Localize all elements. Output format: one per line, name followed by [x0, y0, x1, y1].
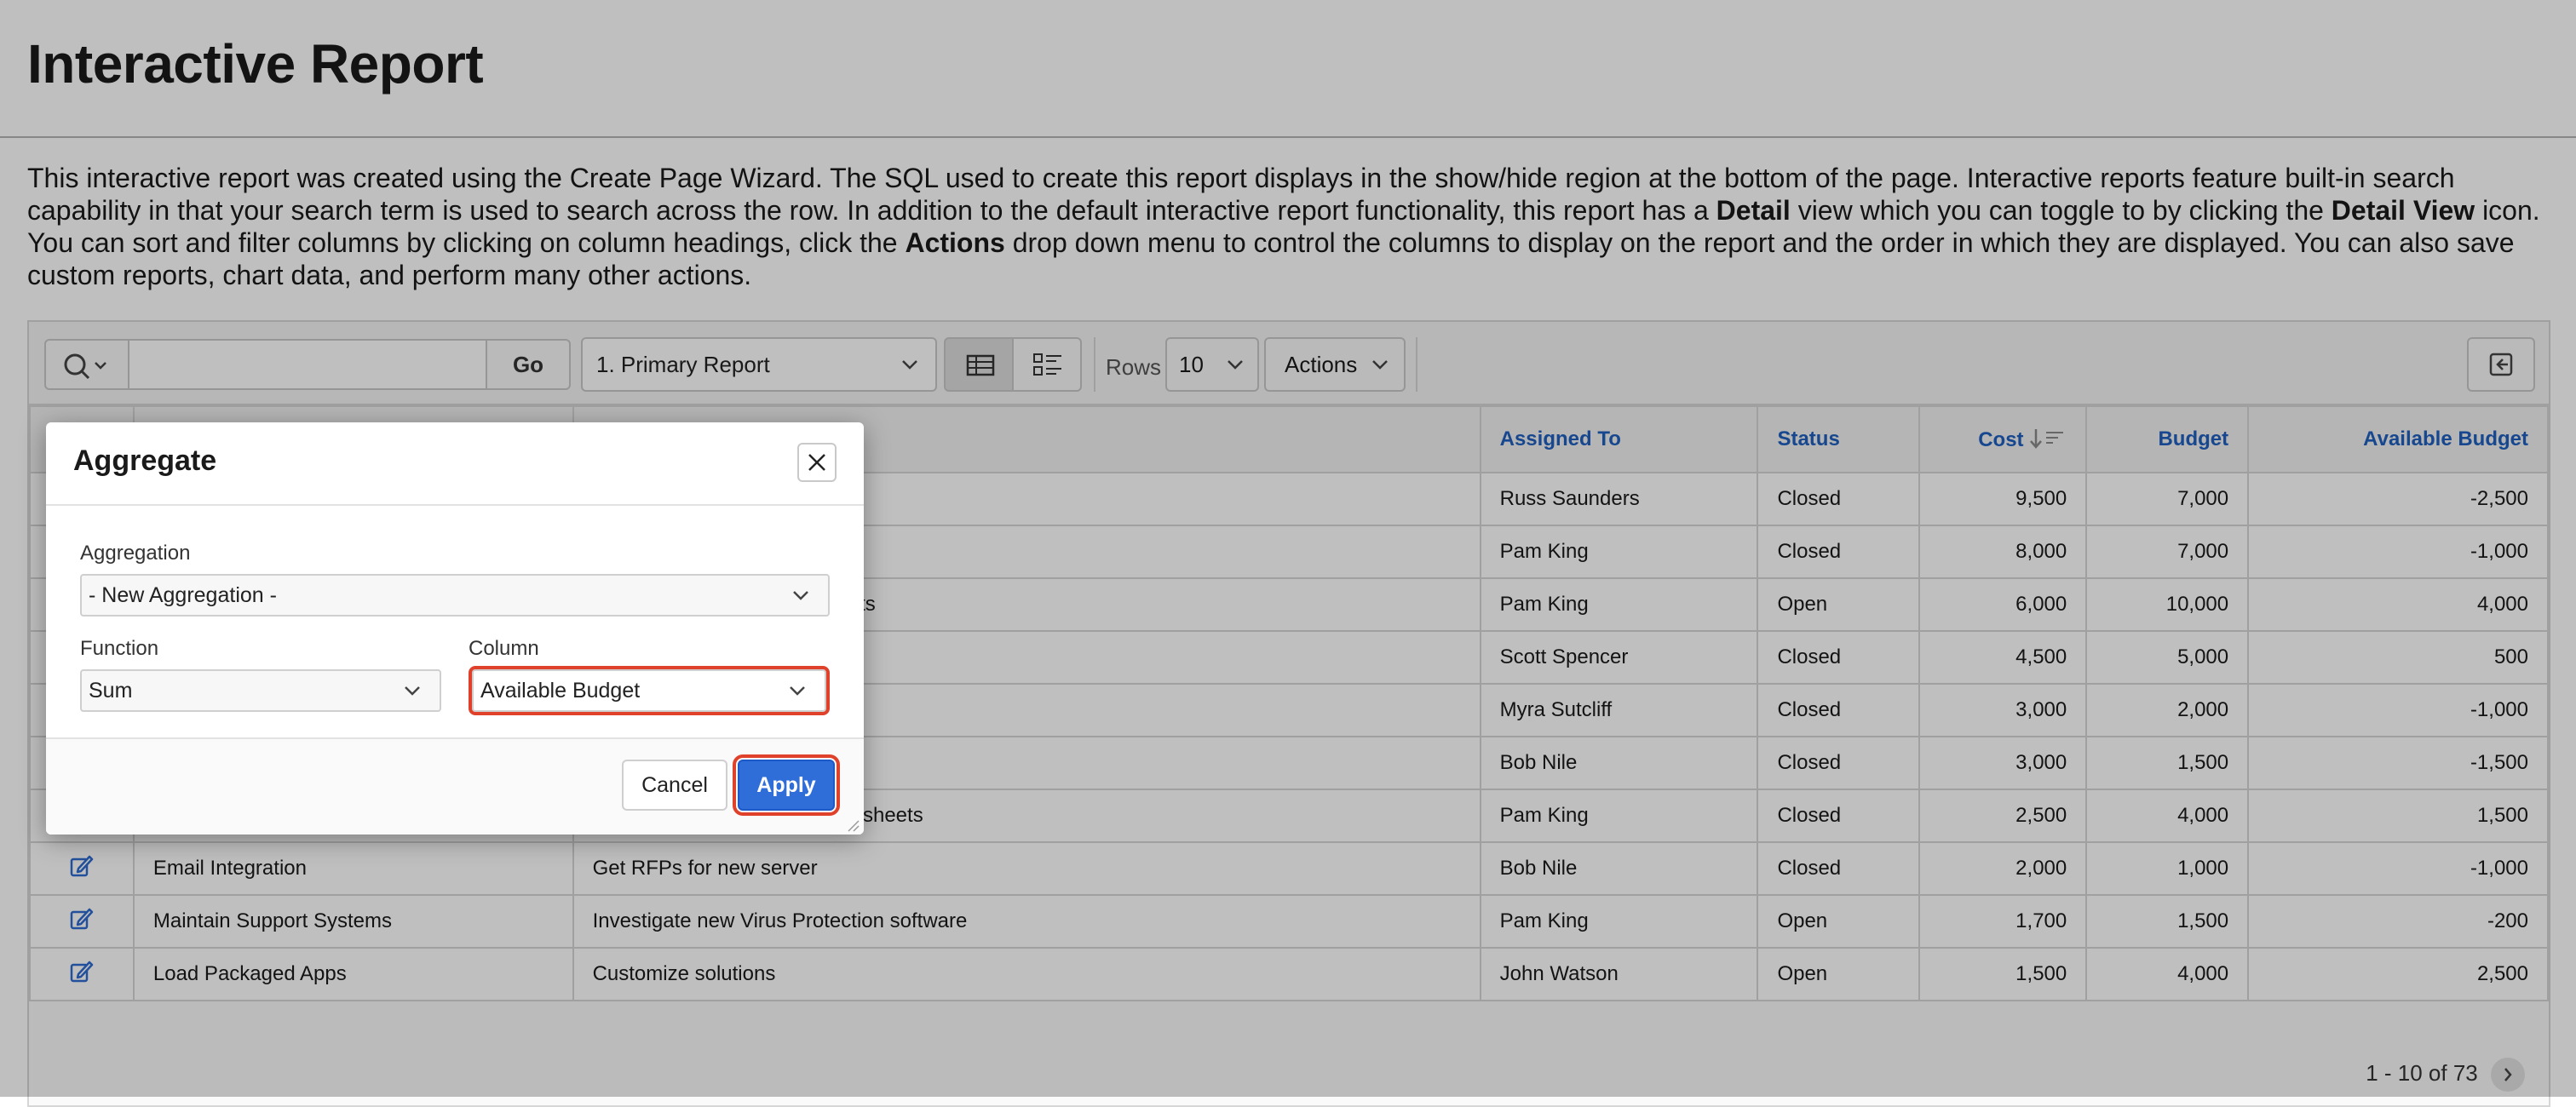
aggregation-label: Aggregation — [80, 542, 191, 565]
chevron-down-icon — [405, 686, 420, 696]
column-value: Available Budget — [480, 679, 641, 703]
function-select[interactable]: Sum — [80, 669, 441, 712]
function-label: Function — [80, 637, 159, 660]
apply-button[interactable]: Apply — [733, 754, 840, 816]
dialog-header: Aggregate — [46, 422, 864, 506]
close-icon — [808, 454, 825, 471]
dialog-title: Aggregate — [73, 445, 217, 477]
close-button[interactable] — [797, 443, 837, 482]
dialog-footer: Cancel Apply — [46, 737, 864, 835]
aggregate-dialog: Aggregate Aggregation - New Aggregation … — [46, 422, 864, 835]
function-value: Sum — [89, 679, 133, 703]
column-select[interactable]: Available Budget — [469, 666, 830, 715]
aggregation-select[interactable]: - New Aggregation - — [80, 574, 830, 617]
chevron-down-icon — [793, 591, 808, 600]
aggregation-value: - New Aggregation - — [89, 583, 277, 607]
resize-handle-icon[interactable] — [845, 817, 860, 833]
column-label: Column — [469, 637, 539, 660]
cancel-button[interactable]: Cancel — [622, 760, 727, 811]
chevron-down-icon — [790, 686, 805, 696]
